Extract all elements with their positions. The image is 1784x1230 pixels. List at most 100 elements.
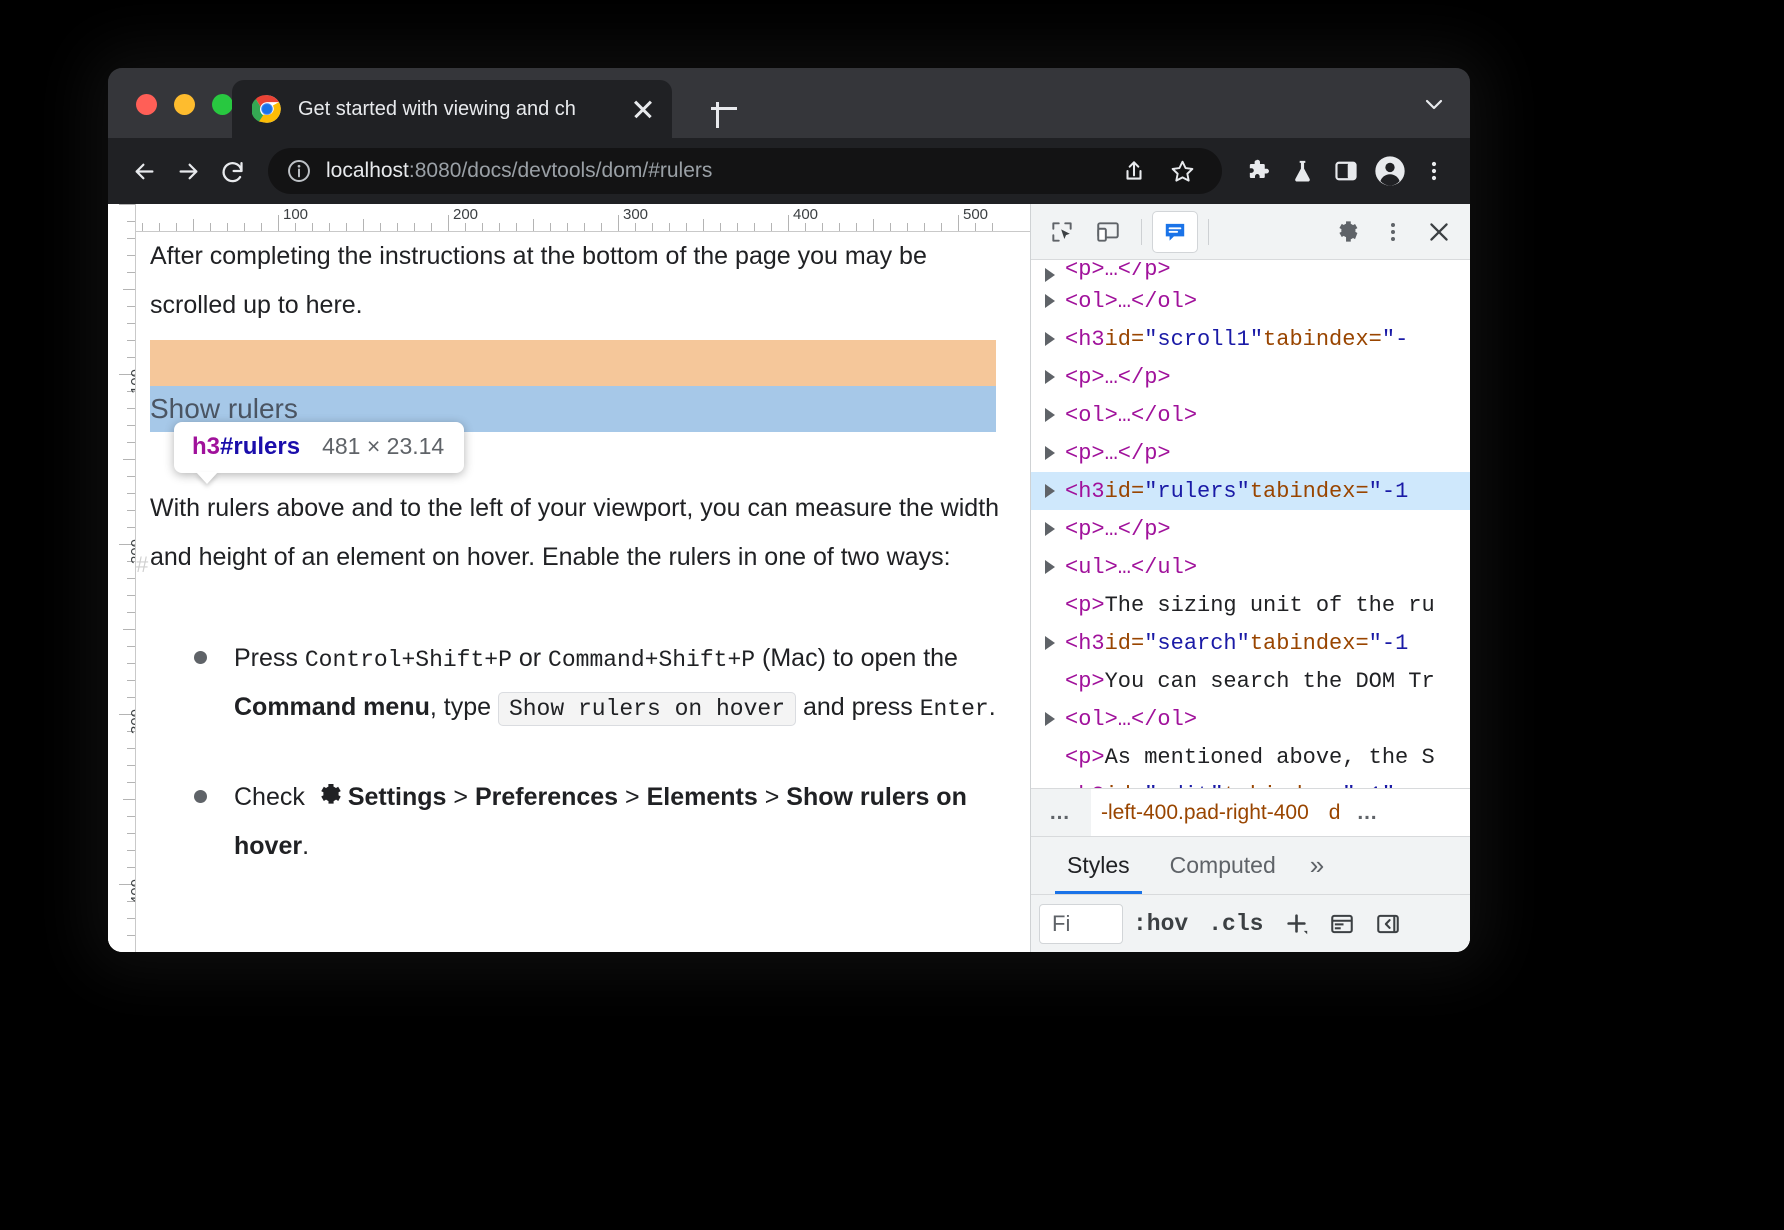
- address-bar[interactable]: localhost:8080/docs/devtools/dom/#rulers: [268, 148, 1222, 194]
- dom-row[interactable]: <p>The sizing unit of the ru: [1031, 586, 1470, 624]
- expand-triangle-icon[interactable]: [1045, 408, 1055, 422]
- cls-toggle[interactable]: .cls: [1198, 911, 1273, 937]
- elements-panel-icon[interactable]: [1152, 211, 1198, 253]
- dom-row[interactable]: <p>…</p>: [1031, 434, 1470, 472]
- forward-icon[interactable]: [166, 149, 210, 193]
- dom-row[interactable]: <h3 id="search" tabindex="-1: [1031, 624, 1470, 662]
- breadcrumb-trailing-dots[interactable]: …: [1350, 801, 1380, 825]
- bullet1-mid1: or: [512, 644, 548, 672]
- close-devtools-icon[interactable]: [1416, 211, 1462, 253]
- profile-avatar-icon[interactable]: [1368, 149, 1412, 193]
- dom-row[interactable]: <p>…</p>: [1031, 358, 1470, 396]
- expand-triangle-icon[interactable]: [1045, 560, 1055, 574]
- breadcrumb-next[interactable]: d: [1319, 801, 1351, 825]
- dom-row[interactable]: <ol>…</ol>: [1031, 700, 1470, 738]
- device-toolbar-icon[interactable]: [1085, 211, 1131, 253]
- ruler-label: 200: [128, 539, 136, 564]
- dom-row-selected[interactable]: <h3 id="rulers" tabindex="-1: [1031, 472, 1470, 510]
- ruler-tick: [431, 223, 432, 231]
- anchor-hash-icon[interactable]: #: [136, 552, 148, 578]
- expand-triangle-icon[interactable]: [1045, 522, 1055, 536]
- expand-triangle-icon[interactable]: [1045, 712, 1055, 726]
- browser-window: Get started with viewing and ch: [108, 68, 1470, 952]
- more-options-icon[interactable]: [1370, 211, 1416, 253]
- dom-tree[interactable]: <p>…</p><ol>…</ol><h3 id="scroll1" tabin…: [1031, 260, 1470, 788]
- dom-row[interactable]: <h3 id="edit" tabindex="-1">: [1031, 776, 1470, 788]
- ruler-tick: [754, 223, 755, 231]
- expand-triangle-icon[interactable]: [1045, 636, 1055, 650]
- close-window-button[interactable]: [136, 94, 157, 115]
- breadcrumb-overflow-button[interactable]: …: [1031, 789, 1091, 836]
- dom-row[interactable]: <ol>…</ol>: [1031, 396, 1470, 434]
- bullet2-sep2: >: [618, 783, 647, 811]
- ruler-tick: [720, 223, 721, 231]
- dom-row[interactable]: <p>As mentioned above, the S: [1031, 738, 1470, 776]
- more-tabs-icon[interactable]: »: [1296, 837, 1338, 894]
- ruler-tick: [890, 223, 891, 231]
- ruler-tick: [652, 223, 653, 231]
- dom-row[interactable]: <p>…</p>: [1031, 262, 1470, 282]
- share-icon[interactable]: [1112, 149, 1156, 193]
- dom-row[interactable]: <p>You can search the DOM Tr: [1031, 662, 1470, 700]
- add-new-rule-icon[interactable]: [1273, 903, 1319, 945]
- labs-flask-icon[interactable]: [1280, 149, 1324, 193]
- maximize-window-button[interactable]: [212, 94, 233, 115]
- breadcrumb-current[interactable]: -left-400.pad-right-400: [1091, 801, 1319, 825]
- reload-icon[interactable]: [210, 149, 254, 193]
- ruler-tick: [822, 223, 823, 231]
- ruler-tick: [127, 867, 135, 868]
- ruler-tick: [346, 223, 347, 231]
- dom-token: <p>…</p>: [1065, 365, 1171, 390]
- ruler-tick: [127, 323, 135, 324]
- horizontal-ruler: 100200300400500: [108, 204, 1030, 232]
- new-tab-button[interactable]: [704, 88, 744, 128]
- toggle-computed-sidebar-icon[interactable]: [1319, 903, 1365, 945]
- side-panel-icon[interactable]: [1324, 149, 1368, 193]
- expand-triangle-icon[interactable]: [1045, 446, 1055, 460]
- browser-tab[interactable]: Get started with viewing and ch: [232, 80, 672, 138]
- extensions-puzzle-icon[interactable]: [1236, 149, 1280, 193]
- expand-triangle-icon[interactable]: [1045, 268, 1055, 282]
- ruler-tick: [127, 595, 135, 596]
- expand-triangle-icon[interactable]: [1045, 370, 1055, 384]
- bullet1-enter-key: Enter: [920, 696, 989, 722]
- dom-row[interactable]: <h3 id="scroll1" tabindex="-: [1031, 320, 1470, 358]
- dom-row[interactable]: <p>…</p>: [1031, 510, 1470, 548]
- expand-triangle-icon[interactable]: [1045, 294, 1055, 308]
- ruler-tick: [329, 223, 330, 231]
- ruler-tick: [127, 833, 135, 834]
- tab-computed[interactable]: Computed: [1150, 837, 1296, 894]
- rulers-paragraph: With rulers above and to the left of you…: [150, 484, 1004, 582]
- ruler-tick: [127, 272, 135, 273]
- site-info-icon[interactable]: [286, 158, 312, 184]
- element-classes-icon[interactable]: [1365, 903, 1411, 945]
- filter-input[interactable]: Fi: [1039, 904, 1123, 944]
- dom-row[interactable]: <ol>…</ol>: [1031, 282, 1470, 320]
- inspect-element-icon[interactable]: [1039, 211, 1085, 253]
- hov-toggle[interactable]: :hov: [1123, 911, 1198, 937]
- ruler-label: 400: [128, 879, 136, 904]
- ruler-tick: [193, 219, 194, 231]
- bullet2-elements: Elements: [647, 783, 758, 811]
- back-icon[interactable]: [122, 149, 166, 193]
- ruler-tick: [127, 527, 135, 528]
- dom-token: id=: [1105, 783, 1145, 789]
- ruler-tick: [227, 223, 228, 231]
- bookmark-star-icon[interactable]: [1160, 149, 1204, 193]
- ruler-tick: [127, 408, 135, 409]
- dom-row[interactable]: <ul>…</ul>: [1031, 548, 1470, 586]
- chrome-menu-icon[interactable]: [1412, 149, 1456, 193]
- minimize-window-button[interactable]: [174, 94, 195, 115]
- chevron-down-icon[interactable]: [1422, 92, 1446, 116]
- ruler-tick: [210, 223, 211, 231]
- ruler-tick: [567, 223, 568, 231]
- tab-styles[interactable]: Styles: [1047, 837, 1150, 894]
- close-tab-icon[interactable]: [628, 94, 658, 124]
- ruler-tick: [448, 215, 449, 231]
- ruler-tick: [533, 219, 534, 231]
- expand-triangle-icon[interactable]: [1045, 484, 1055, 498]
- ruler-tick: [839, 223, 840, 231]
- expand-triangle-icon[interactable]: [1045, 332, 1055, 346]
- dom-token: <h3: [1065, 631, 1105, 656]
- settings-gear-icon[interactable]: [1324, 211, 1370, 253]
